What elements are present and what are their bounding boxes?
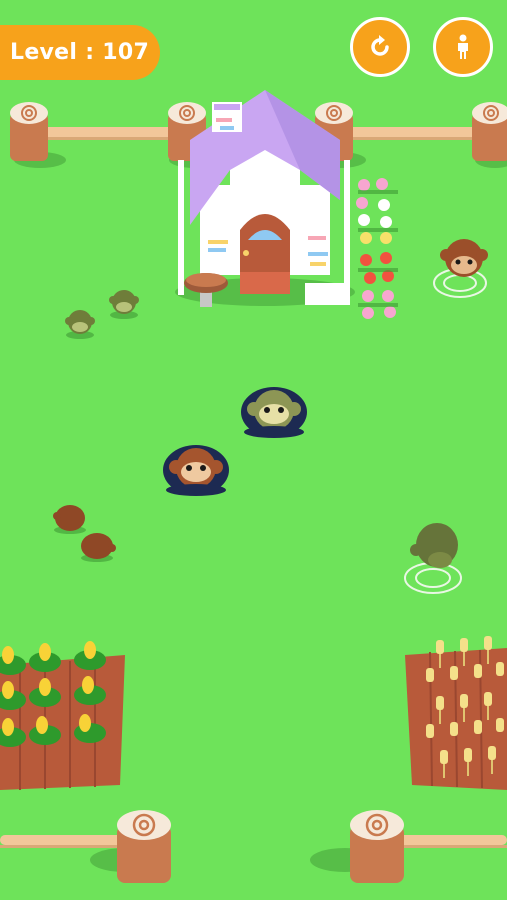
character-button[interactable] (433, 17, 493, 77)
corn-field (0, 641, 125, 790)
level-label: Level : 107 (10, 40, 150, 65)
restart-icon (371, 35, 389, 56)
level-indicator: Level : 107 (0, 25, 160, 80)
restart-button[interactable] (350, 17, 410, 77)
stump-top-4 (472, 102, 507, 168)
game-scene[interactable] (0, 0, 507, 900)
game-stage[interactable]: Level : 107 (0, 0, 507, 900)
monkey-hole-olive[interactable] (241, 387, 307, 438)
monkey-hole-brown[interactable] (163, 445, 229, 496)
person-icon (458, 34, 468, 59)
wheat-field (405, 636, 507, 790)
